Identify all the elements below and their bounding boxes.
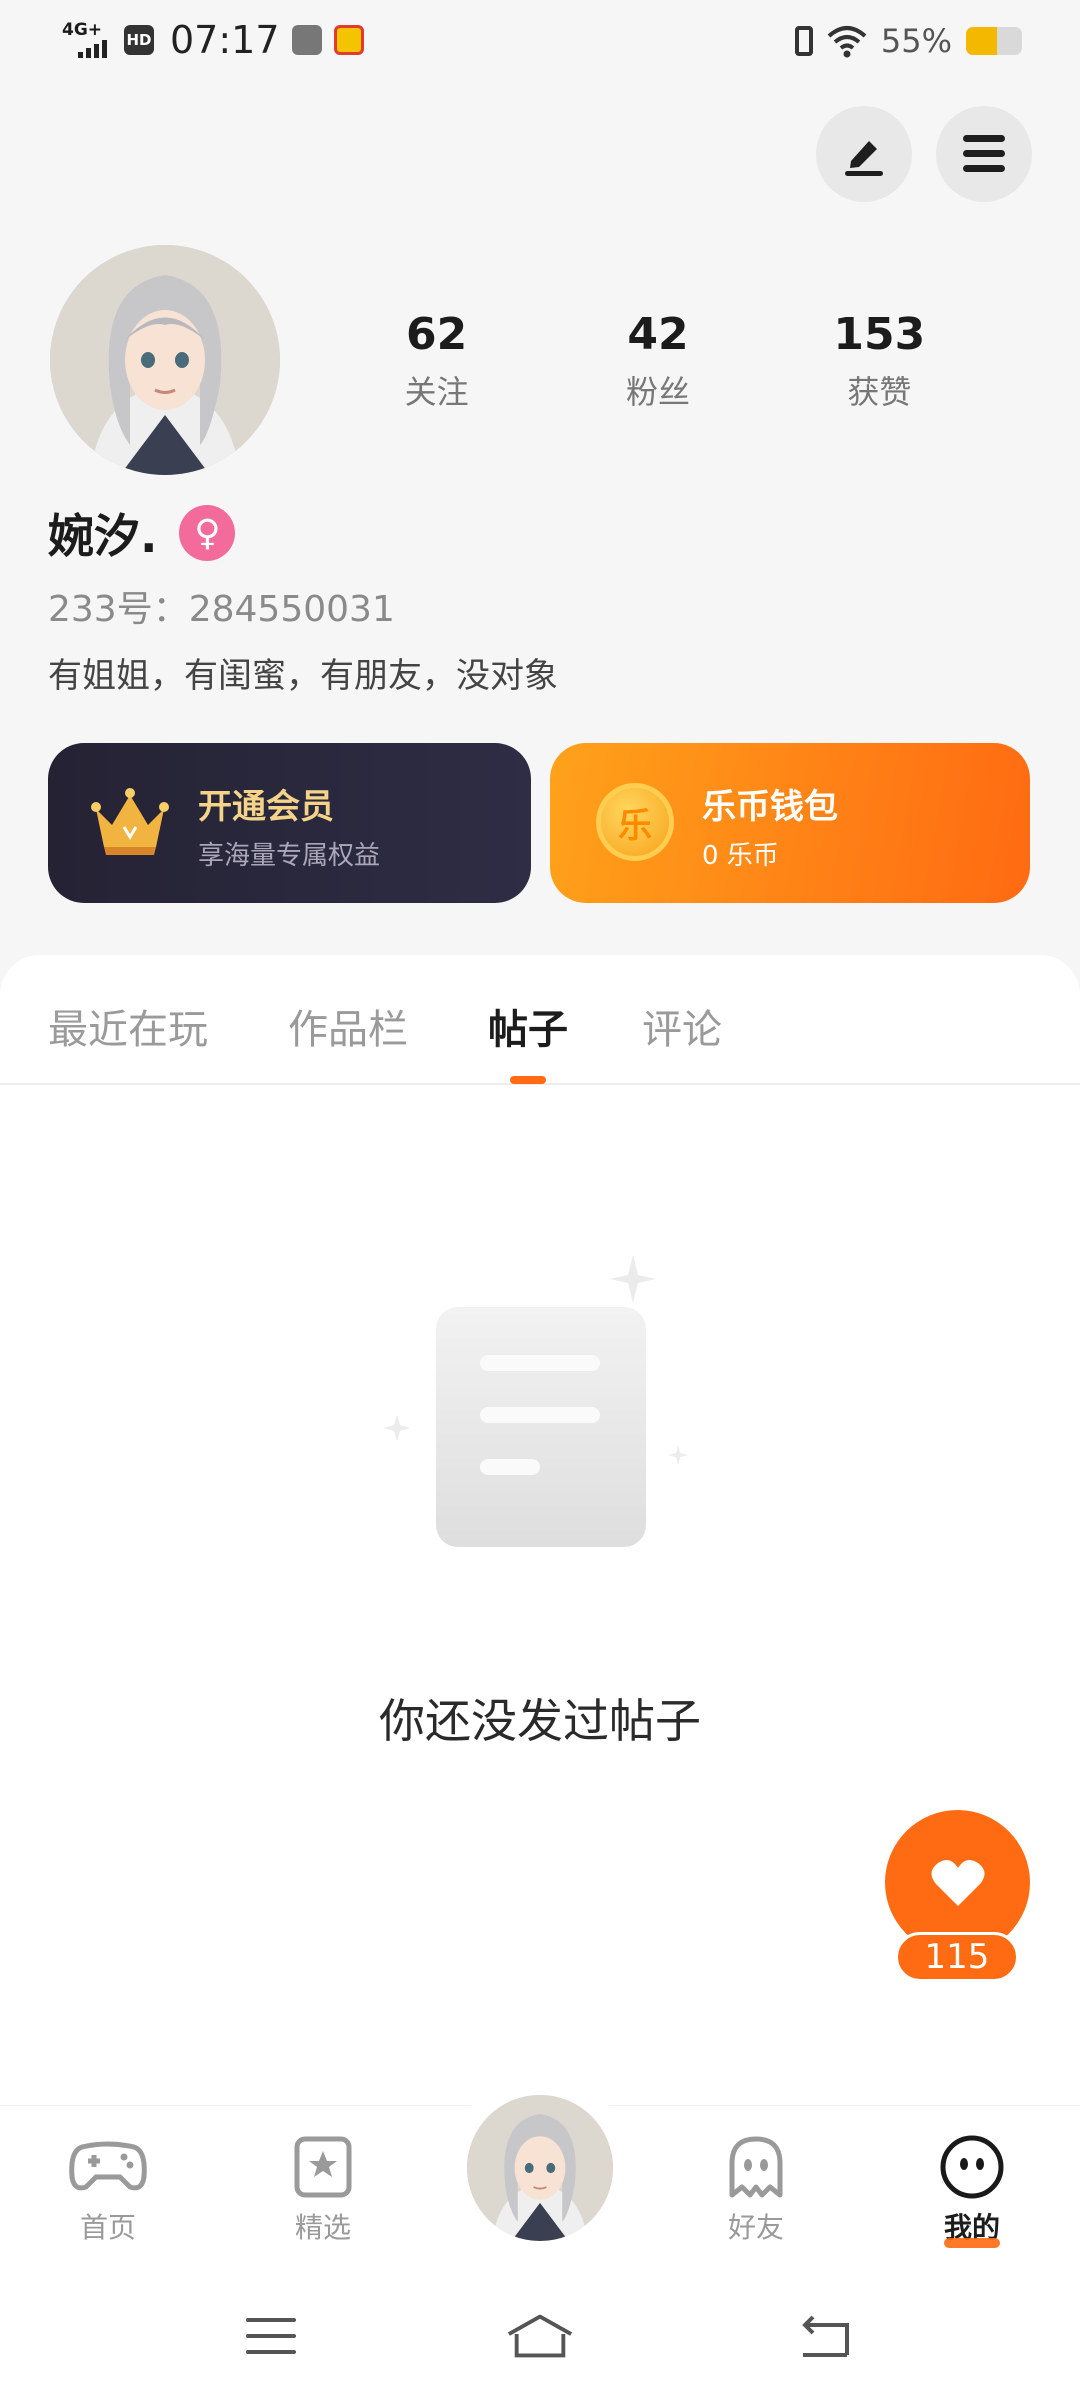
status-right: 55%	[794, 22, 1022, 60]
stat-likes[interactable]: 153 获赞	[769, 305, 990, 413]
ghost-icon	[729, 2136, 783, 2198]
coin-icon: 乐	[596, 783, 674, 861]
stats-row: 62 关注 42 粉丝 153 获赞	[370, 305, 990, 413]
stat-fans[interactable]: 42 粉丝	[547, 305, 768, 413]
stat-value: 153	[833, 309, 926, 360]
like-count-badge: 115	[895, 1932, 1019, 1982]
vip-title: 开通会员	[198, 787, 334, 827]
nav-label: 精选	[294, 2211, 351, 2244]
username-row: 婉汐. ♀	[48, 500, 236, 566]
avatar-image	[50, 245, 280, 475]
tab-posts[interactable]: 帖子	[488, 997, 568, 1055]
empty-state-message: 你还没发过帖子	[379, 1694, 701, 1748]
edit-profile-button[interactable]	[816, 106, 912, 202]
vibrate-icon	[794, 26, 813, 56]
smiley-icon	[940, 2135, 1004, 2199]
wallet-card[interactable]: 乐 乐币钱包 0 乐币	[550, 743, 1030, 903]
stat-label: 获赞	[847, 373, 912, 411]
center-avatar-button[interactable]	[467, 2095, 613, 2241]
heart-icon	[930, 1859, 985, 1906]
battery-percent: 55%	[880, 22, 952, 60]
hd-icon: HD	[124, 25, 154, 55]
nav-label: 首页	[79, 2211, 136, 2244]
profile-avatar[interactable]	[50, 245, 280, 475]
nav-label: 好友	[727, 2211, 784, 2244]
home-icon	[507, 2314, 573, 2358]
gamepad-icon	[69, 2141, 147, 2191]
stat-label: 关注	[404, 373, 469, 411]
tab-bar: 最近在玩 作品栏 帖子 评论	[0, 955, 1080, 1085]
crown-icon	[91, 788, 169, 855]
pen-icon	[845, 141, 883, 176]
battery-fill	[966, 27, 997, 55]
tab-indicator	[510, 1076, 546, 1084]
recent-apps-icon	[246, 2318, 296, 2354]
stat-label: 粉丝	[625, 373, 690, 411]
nav-active-underline	[944, 2238, 1000, 2248]
status-left: 4G+ HD 07:17	[60, 18, 364, 62]
stat-value: 42	[627, 309, 689, 360]
star-bookmark-icon	[294, 2136, 352, 2198]
tab-comments[interactable]: 评论	[642, 997, 722, 1055]
battery-icon	[966, 27, 1022, 55]
status-time: 07:17	[170, 18, 280, 62]
wifi-icon	[827, 26, 867, 58]
network-type: 4G+	[62, 20, 103, 40]
empty-document-icon	[384, 1255, 688, 1547]
user-id: 233号：284550031	[48, 589, 395, 630]
app-notification-icon	[291, 25, 322, 55]
female-gender-icon: ♀	[179, 505, 236, 561]
nav-item-home[interactable]: 首页	[48, 2134, 168, 2246]
system-nav-bar	[0, 2280, 1080, 2400]
wallet-balance: 0 乐币	[702, 841, 779, 871]
vip-subtitle: 享海量专属权益	[198, 841, 381, 871]
avatar-image	[467, 2095, 613, 2241]
hamburger-menu-icon	[963, 135, 1005, 172]
app-notification-icon-2	[333, 25, 364, 55]
menu-button[interactable]	[936, 106, 1032, 202]
nav-item-featured[interactable]: 精选	[263, 2134, 383, 2246]
recent-apps-button[interactable]	[236, 2306, 306, 2366]
bio: 有姐姐，有闺蜜，有朋友，没对象	[48, 656, 558, 696]
nav-item-me[interactable]: 我的	[912, 2134, 1032, 2248]
cellular-signal-icon: 4G+	[60, 20, 112, 60]
nav-item-friends[interactable]: 好友	[696, 2134, 816, 2246]
tab-recent-played[interactable]: 最近在玩	[48, 997, 208, 1055]
status-bar: 4G+ HD 07:17 55%	[0, 0, 1080, 90]
stat-following[interactable]: 62 关注	[326, 305, 547, 413]
back-icon	[802, 2315, 849, 2357]
tab-works[interactable]: 作品栏	[288, 997, 408, 1055]
vip-card[interactable]: 开通会员 享海量专属权益	[48, 743, 531, 903]
wallet-title: 乐币钱包	[702, 787, 838, 827]
username: 婉汐.	[48, 509, 158, 563]
home-button[interactable]	[505, 2306, 575, 2366]
stat-value: 62	[406, 309, 468, 360]
back-button[interactable]	[790, 2306, 860, 2366]
